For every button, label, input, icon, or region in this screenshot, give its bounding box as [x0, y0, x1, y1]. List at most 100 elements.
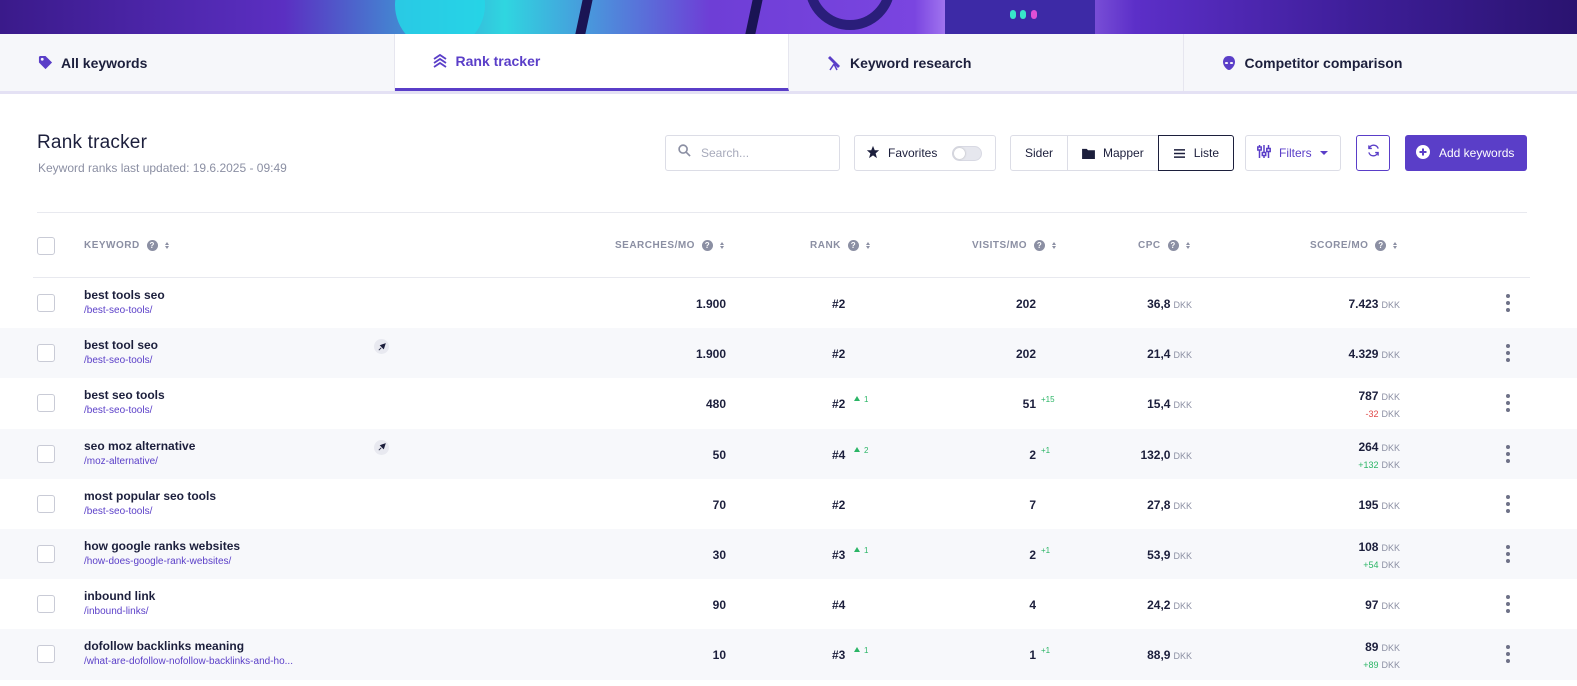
row-checkbox[interactable]: [37, 294, 55, 312]
sort-icon: [865, 242, 870, 249]
score-change: +54 DKK: [1363, 557, 1400, 571]
row-checkbox[interactable]: [37, 544, 55, 563]
cpc-value: 24,2 DKK: [1147, 598, 1192, 612]
row-checkbox[interactable]: [37, 394, 55, 413]
pin-icon[interactable]: [374, 439, 389, 455]
more-options-icon[interactable]: [1506, 344, 1510, 363]
cpc-value: 27,8 DKK: [1147, 498, 1192, 512]
help-icon[interactable]: ?: [701, 240, 713, 251]
tag-icon: [37, 55, 53, 71]
alien-icon: [1221, 55, 1237, 71]
cpc-amount: 27,8: [1147, 497, 1171, 512]
more-options-icon[interactable]: [1506, 544, 1510, 563]
keyword-url-link[interactable]: /what-are-dofollow-nofollow-backlinks-an…: [84, 656, 293, 667]
help-icon[interactable]: ?: [146, 240, 158, 251]
keyword-url-link[interactable]: /moz-alternative/: [84, 456, 158, 467]
refresh-button[interactable]: [1356, 135, 1390, 171]
table-row[interactable]: how google ranks websites/how-does-googl…: [0, 528, 1577, 580]
row-checkbox[interactable]: [37, 645, 55, 664]
filters-dropdown[interactable]: Filters: [1245, 135, 1341, 171]
more-options-icon[interactable]: [1506, 595, 1510, 614]
keyword-text[interactable]: best tools seo: [84, 288, 165, 302]
table-row[interactable]: inbound link/inbound-links/90 #4 4 24,2 DKK 9…: [0, 579, 1577, 629]
more-options-icon[interactable]: [1506, 494, 1510, 513]
view-mapper-button[interactable]: Mapper: [1067, 135, 1159, 171]
currency-label: DKK: [1381, 459, 1400, 470]
keyword-text[interactable]: best seo tools: [84, 388, 165, 402]
favorites-toggle[interactable]: [952, 145, 983, 161]
row-checkbox[interactable]: [37, 344, 55, 363]
keyword-url-link[interactable]: /inbound-links/: [84, 606, 148, 617]
more-options-icon[interactable]: [1506, 645, 1510, 664]
column-score[interactable]: SCORE/MO ?: [1310, 240, 1398, 251]
tab-competitor-comparison[interactable]: Competitor comparison: [1184, 34, 1577, 91]
favorites-filter[interactable]: Favorites: [854, 135, 996, 171]
keyword-text[interactable]: inbound link: [84, 589, 155, 603]
more-options-icon[interactable]: [1506, 394, 1510, 413]
row-checkbox[interactable]: [37, 595, 55, 614]
row-checkbox[interactable]: [37, 494, 55, 513]
tab-rank-tracker[interactable]: Rank tracker: [394, 34, 789, 91]
column-keyword[interactable]: KEYWORD ?: [84, 240, 169, 251]
visits-value: 1: [1029, 648, 1036, 663]
keyword-url-link[interactable]: /best-seo-tools/: [84, 506, 152, 517]
more-options-icon[interactable]: [1506, 294, 1510, 312]
keyword-text[interactable]: dofollow backlinks meaning: [84, 639, 244, 653]
score-change: +132 DKK: [1358, 457, 1400, 471]
table-row[interactable]: most popular seo tools/best-seo-tools/70…: [0, 479, 1577, 529]
searches-value: 1.900: [695, 347, 726, 362]
keyword-text[interactable]: seo moz alternative: [84, 439, 195, 453]
table-row[interactable]: dofollow backlinks meaning/what-are-dofo…: [0, 629, 1577, 680]
cpc-value: 15,4 DKK: [1147, 397, 1192, 411]
arrow-up-icon: [854, 446, 860, 452]
table-row[interactable]: seo moz alternative/moz-alternative/50 #4…: [0, 428, 1577, 479]
column-rank[interactable]: RANK ?: [810, 240, 870, 251]
column-keyword-label: KEYWORD: [84, 240, 140, 251]
tab-bar: All keywords Rank tracker Keyword resear…: [0, 34, 1577, 94]
search-box[interactable]: [665, 135, 840, 171]
tab-keyword-research[interactable]: Keyword research: [789, 34, 1184, 91]
keyword-url-link[interactable]: /best-seo-tools/: [84, 305, 152, 316]
score-change: -32 DKK: [1365, 406, 1400, 420]
column-searches-label: SEARCHES/MO: [615, 240, 695, 251]
help-icon[interactable]: ?: [1375, 240, 1387, 251]
star-icon: [866, 145, 880, 162]
column-cpc[interactable]: CPC ?: [1138, 240, 1190, 251]
keyword-url-link[interactable]: /best-seo-tools/: [84, 355, 152, 366]
cpc-amount: 88,9: [1147, 648, 1171, 663]
rank-change: 2: [854, 446, 868, 455]
currency-label: DKK: [1381, 500, 1400, 511]
tab-label: Competitor comparison: [1244, 54, 1403, 71]
keyword-url-link[interactable]: /how-does-google-rank-websites/: [84, 556, 231, 567]
table-row[interactable]: best tool seo/best-seo-tools/1.900 #2 202 2…: [0, 328, 1577, 379]
column-visits[interactable]: VISITS/MO ?: [972, 240, 1057, 251]
header-divider: [37, 212, 1527, 213]
row-checkbox[interactable]: [37, 444, 55, 463]
score-value: 787 DKK: [1358, 389, 1400, 403]
help-icon[interactable]: ?: [847, 240, 859, 251]
column-searches[interactable]: SEARCHES/MO ?: [615, 240, 724, 251]
add-keywords-button[interactable]: Add keywords: [1405, 135, 1527, 171]
table-row[interactable]: best seo tools/best-seo-tools/480 #2 1 51 +1…: [0, 378, 1577, 428]
search-input[interactable]: [701, 146, 821, 160]
score-value: 89 DKK: [1365, 640, 1400, 654]
currency-label: DKK: [1381, 643, 1400, 654]
more-options-icon[interactable]: [1506, 444, 1510, 463]
visits-change: +1: [1041, 545, 1051, 555]
score-amount: 7.423: [1348, 297, 1379, 311]
view-liste-button[interactable]: Liste: [1157, 135, 1235, 171]
keyword-url-link[interactable]: /best-seo-tools/: [84, 405, 152, 416]
keyword-text[interactable]: best tool seo: [84, 338, 158, 352]
keyword-text[interactable]: how google ranks websites: [84, 539, 240, 553]
pin-icon[interactable]: [374, 339, 389, 355]
select-all-checkbox[interactable]: [37, 237, 55, 255]
help-icon[interactable]: ?: [1167, 240, 1179, 251]
last-updated-text: Keyword ranks last updated: 19.6.2025 - …: [38, 161, 287, 175]
view-sider-button[interactable]: Sider: [1010, 135, 1069, 171]
table-row[interactable]: best tools seo/best-seo-tools/1.900 #2 202…: [0, 278, 1577, 328]
keyword-text[interactable]: most popular seo tools: [84, 489, 216, 503]
score-value: 97 DKK: [1365, 598, 1400, 612]
currency-label: DKK: [1381, 542, 1400, 553]
help-icon[interactable]: ?: [1034, 240, 1046, 251]
tab-all-keywords[interactable]: All keywords: [0, 34, 395, 91]
